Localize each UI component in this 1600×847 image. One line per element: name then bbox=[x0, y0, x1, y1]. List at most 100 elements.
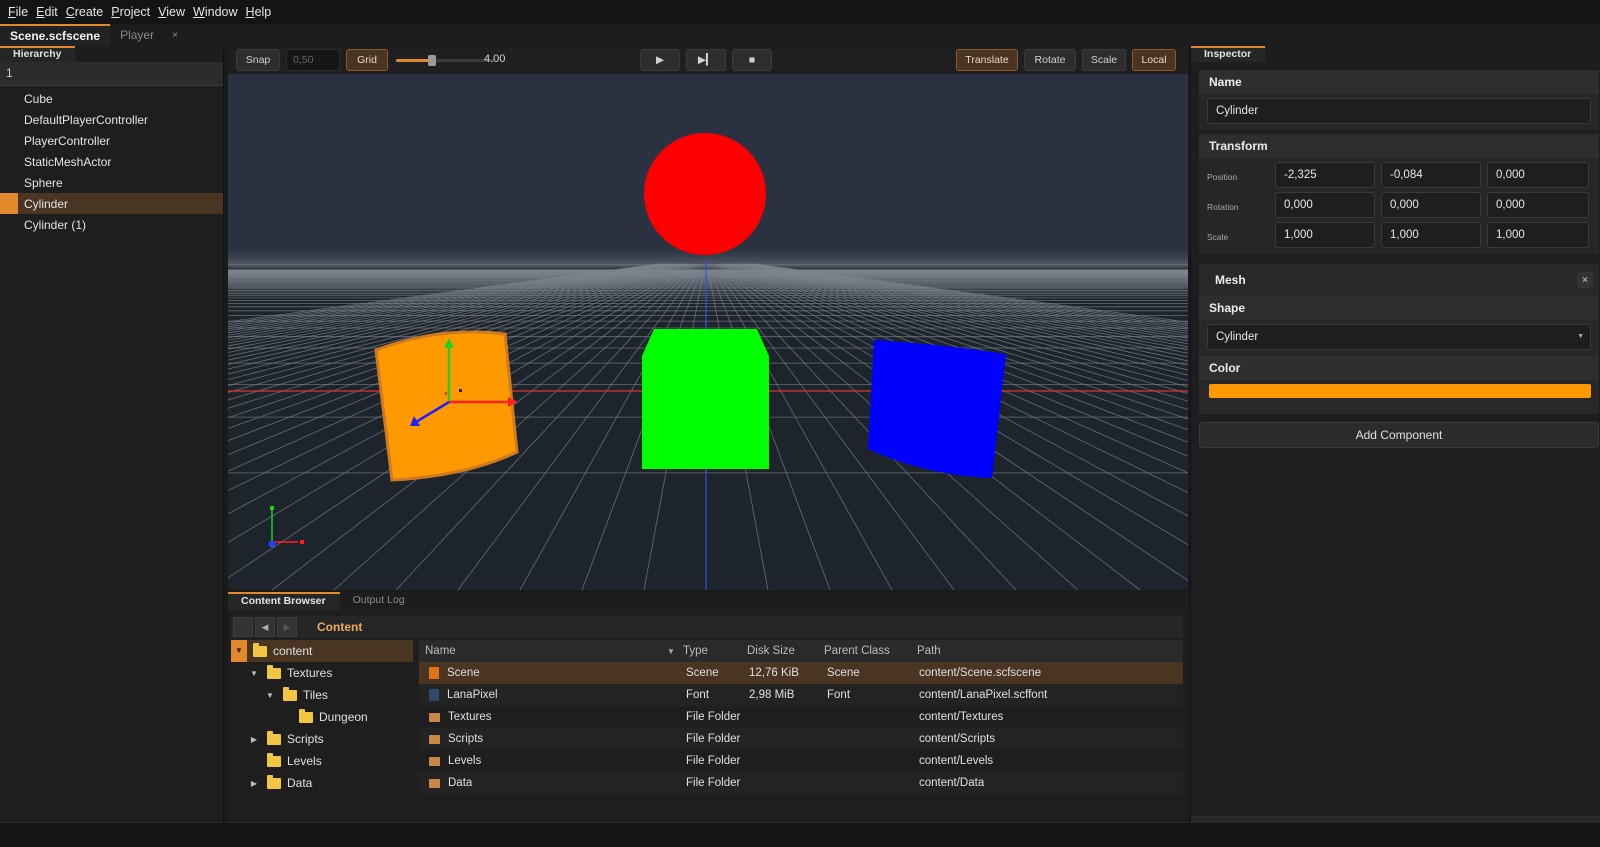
inspector-tab[interactable]: Inspector bbox=[1191, 46, 1266, 62]
chevron-down-icon: ▼ bbox=[1577, 333, 1584, 340]
menu-item-project[interactable]: Project bbox=[107, 5, 154, 19]
cube-object[interactable] bbox=[642, 329, 769, 469]
rotation-x-input[interactable]: 0,000 bbox=[1275, 192, 1375, 218]
nav-up-button[interactable] bbox=[233, 617, 253, 637]
scale-z-input[interactable]: 1,000 bbox=[1487, 222, 1589, 248]
snap-button[interactable]: Snap bbox=[236, 49, 280, 71]
position-y-input[interactable]: -0,084 bbox=[1381, 162, 1481, 188]
transform-section: Transform Position Rotation Scale -2,325… bbox=[1199, 134, 1599, 254]
column-name[interactable]: Name bbox=[425, 645, 456, 657]
tree-item[interactable]: ▼ content bbox=[231, 640, 413, 662]
scene-viewport[interactable] bbox=[228, 74, 1188, 590]
tree-item[interactable]: ▼ Tiles bbox=[231, 684, 413, 706]
snap-value-input[interactable]: 0,50 bbox=[286, 49, 340, 71]
tree-item[interactable]: Levels bbox=[231, 750, 413, 772]
tab-scene[interactable]: Scene.scfscene bbox=[0, 24, 111, 46]
menu-label: roject bbox=[119, 5, 151, 19]
position-x-input[interactable]: -2,325 bbox=[1275, 162, 1375, 188]
rotation-y-input[interactable]: 0,000 bbox=[1381, 192, 1481, 218]
color-swatch[interactable] bbox=[1209, 384, 1591, 398]
tree-item-label: Textures bbox=[287, 666, 333, 680]
scale-y-input[interactable]: 1,000 bbox=[1381, 222, 1481, 248]
hierarchy-item[interactable]: Sphere bbox=[0, 172, 223, 193]
grid-slider[interactable] bbox=[396, 55, 494, 66]
table-row[interactable]: Scene Scene 12,76 KiB Scene content/Scene.sc… bbox=[419, 662, 1183, 684]
grid-slider-handle[interactable] bbox=[428, 55, 437, 66]
chevron-right-icon[interactable]: ▶ bbox=[247, 735, 261, 744]
add-component-button[interactable]: Add Component bbox=[1199, 422, 1599, 448]
table-row[interactable]: LanaPixel Font 2,98 MiB Font content/LanaPix… bbox=[419, 684, 1183, 706]
tab-output-log[interactable]: Output Log bbox=[340, 592, 419, 610]
hierarchy-search-input[interactable]: 1 bbox=[0, 62, 223, 86]
sphere-object[interactable] bbox=[644, 133, 766, 255]
hierarchy-item[interactable]: PlayerController bbox=[0, 130, 223, 151]
play-button[interactable]: ▶ bbox=[640, 49, 680, 71]
viewport-toolbar: Snap 0,50 Grid 4.00 ▶ ▶▎ ■ Translate Rot… bbox=[228, 46, 1188, 74]
chevron-down-icon[interactable]: ▼ bbox=[263, 691, 277, 700]
tree-item[interactable]: ▶ Scripts bbox=[231, 728, 413, 750]
menu-item-view[interactable]: View bbox=[154, 5, 189, 19]
selected-cylinder-object[interactable] bbox=[374, 330, 519, 482]
cylinder-object[interactable] bbox=[868, 340, 1006, 478]
cell-path: content/LanaPixel.scffont bbox=[919, 689, 1048, 701]
content-browser-panel: Content Browser Output Log ◀ ▶ Content ▼… bbox=[228, 592, 1188, 822]
step-button[interactable]: ▶▎ bbox=[686, 49, 726, 71]
hierarchy-item[interactable]: StaticMeshActor bbox=[0, 151, 223, 172]
column-type[interactable]: Type bbox=[683, 645, 708, 657]
chevron-down-icon[interactable]: ▼ bbox=[231, 640, 247, 662]
cell-parent-class: Scene bbox=[827, 667, 860, 679]
hierarchy-item[interactable]: Cylinder bbox=[0, 193, 223, 214]
hierarchy-item[interactable]: DefaultPlayerController bbox=[0, 109, 223, 130]
cell-name-text: LanaPixel bbox=[447, 689, 498, 701]
menu-item-window[interactable]: Window bbox=[189, 5, 241, 19]
local-button[interactable]: Local bbox=[1132, 49, 1176, 71]
menu-item-create[interactable]: Create bbox=[62, 5, 108, 19]
menu-accelerator: F bbox=[8, 5, 16, 19]
document-tabs: Scene.scfscene Player × bbox=[0, 24, 1600, 46]
tab-content-browser[interactable]: Content Browser bbox=[228, 592, 340, 610]
name-input[interactable]: Cylinder bbox=[1207, 98, 1591, 124]
rotation-z-input[interactable]: 0,000 bbox=[1487, 192, 1589, 218]
status-bar bbox=[0, 822, 1600, 847]
tree-item[interactable]: ▼ Textures bbox=[231, 662, 413, 684]
nav-forward-button[interactable]: ▶ bbox=[277, 617, 297, 637]
folder-icon bbox=[267, 753, 281, 767]
table-row[interactable]: Data File Folder content/Data bbox=[419, 772, 1183, 794]
column-parent-class[interactable]: Parent Class bbox=[824, 645, 890, 657]
tab-player[interactable]: Player × bbox=[110, 24, 188, 46]
tree-item-label: content bbox=[273, 644, 313, 658]
grid-button[interactable]: Grid bbox=[346, 49, 388, 71]
shape-select[interactable]: Cylinder ▼ bbox=[1207, 324, 1591, 350]
breadcrumb[interactable]: Content bbox=[317, 620, 362, 634]
menu-item-file[interactable]: File bbox=[4, 5, 32, 19]
rotate-button[interactable]: Rotate bbox=[1024, 49, 1076, 71]
table-row[interactable]: Textures File Folder content/Textures bbox=[419, 706, 1183, 728]
table-row[interactable]: Levels File Folder content/Levels bbox=[419, 750, 1183, 772]
position-z-input[interactable]: 0,000 bbox=[1487, 162, 1589, 188]
menu-label: iew bbox=[166, 5, 186, 19]
scale-button[interactable]: Scale bbox=[1082, 49, 1126, 71]
menu-item-help[interactable]: Help bbox=[242, 5, 276, 19]
hierarchy-header: Hierarchy bbox=[0, 46, 223, 62]
menu-item-edit[interactable]: Edit bbox=[32, 5, 62, 19]
close-icon[interactable]: × bbox=[1577, 272, 1593, 288]
stop-button[interactable]: ■ bbox=[732, 49, 772, 71]
tab-scene-label: Scene.scfscene bbox=[10, 29, 101, 43]
tree-item[interactable]: ▶ Data bbox=[231, 772, 413, 794]
scale-x-input[interactable]: 1,000 bbox=[1275, 222, 1375, 248]
chevron-down-icon[interactable]: ▼ bbox=[247, 669, 261, 678]
translate-button[interactable]: Translate bbox=[956, 49, 1018, 71]
hierarchy-tab[interactable]: Hierarchy bbox=[0, 46, 76, 62]
nav-back-button[interactable]: ◀ bbox=[255, 617, 275, 637]
cell-size: 12,76 KiB bbox=[749, 667, 799, 679]
hierarchy-item[interactable]: Cube bbox=[0, 88, 223, 109]
tree-item-label: Tiles bbox=[303, 688, 328, 702]
tree-item[interactable]: Dungeon bbox=[231, 706, 413, 728]
hierarchy-item[interactable]: Cylinder (1) bbox=[0, 214, 223, 235]
table-row[interactable]: Scripts File Folder content/Scripts bbox=[419, 728, 1183, 750]
column-path[interactable]: Path bbox=[917, 645, 941, 657]
cell-name: Levels bbox=[425, 755, 481, 767]
column-disk-size[interactable]: Disk Size bbox=[747, 645, 795, 657]
chevron-right-icon[interactable]: ▶ bbox=[247, 779, 261, 788]
close-icon[interactable]: × bbox=[172, 30, 178, 41]
